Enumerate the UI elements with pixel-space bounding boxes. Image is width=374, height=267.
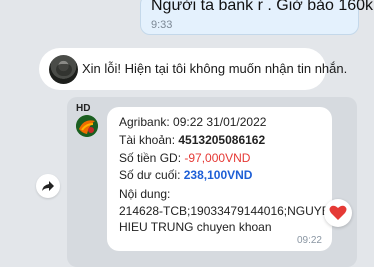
outgoing-message-text: Người ta bank r . Giờ bảo 160k (151, 0, 374, 14)
balance-value: 238,100VND (183, 168, 253, 182)
heart-icon (329, 205, 347, 220)
sender-name: HD (76, 103, 91, 114)
avatar-face-shape (56, 64, 72, 76)
amount-row: Số tiền GD: -97,000VND (119, 151, 250, 165)
sender-avatar-logo-icon (76, 115, 98, 137)
account-label: Tài khoản: (119, 133, 179, 147)
sms-message-bubble[interactable]: Agribank: 09:22 31/01/2022 Tài khoản: 45… (107, 107, 338, 251)
account-number: 4513205086162 (178, 133, 266, 147)
amount-label: Số tiền GD: (119, 151, 185, 165)
content-line-1: 214628-TCB;19033479144016;NGUYEN (119, 204, 339, 218)
avatar[interactable] (49, 55, 78, 84)
incoming-message-text: Xin lỗi! Hiện tại tôi không muốn nhận ti… (82, 61, 348, 76)
amount-value: -97,000VND (184, 151, 251, 165)
sms-message-time: 09:22 (296, 235, 322, 246)
share-icon (42, 181, 54, 191)
content-line-2: HIEU TRUNG chuyen khoan (119, 220, 272, 234)
share-button[interactable] (36, 174, 60, 198)
balance-row: Số dư cuối: 238,100VND (119, 168, 252, 182)
balance-label: Số dư cuối: (119, 168, 184, 182)
content-label: Nội dung: (119, 187, 171, 201)
sender-avatar[interactable] (76, 115, 98, 137)
account-row: Tài khoản: 4513205086162 (119, 133, 265, 147)
sms-header: Agribank: 09:22 31/01/2022 (119, 115, 267, 129)
outgoing-message-time: 9:33 (151, 19, 173, 31)
outgoing-message-bubble[interactable]: Người ta bank r . Giờ bảo 160k 9:33 (140, 0, 373, 35)
incoming-message-bubble[interactable]: Xin lỗi! Hiện tại tôi không muốn nhận ti… (39, 48, 347, 90)
heart-reaction-button[interactable] (324, 199, 352, 227)
